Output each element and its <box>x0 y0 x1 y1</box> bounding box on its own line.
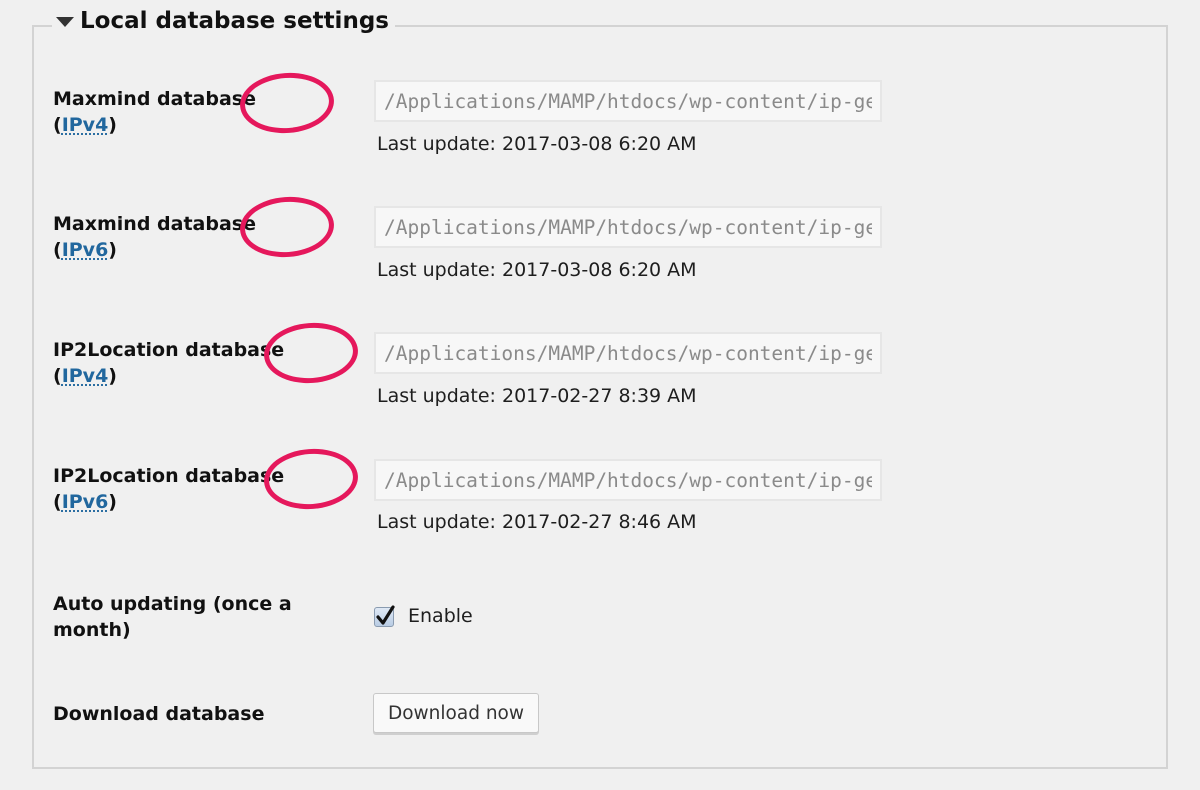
ipv4-link[interactable]: IPv4 <box>62 114 109 136</box>
enable-auto-update-checkbox[interactable] <box>374 605 395 627</box>
label-suffix: ) <box>108 365 117 387</box>
ipv4-link[interactable]: IPv4 <box>62 365 109 387</box>
label-suffix: ) <box>108 491 117 513</box>
download-now-button[interactable]: Download now <box>373 693 539 733</box>
label-suffix: ) <box>108 114 117 136</box>
ip2location-ipv6-last-update: Last update: 2017-02-27 8:46 AM <box>377 511 697 533</box>
checkmark-icon <box>376 605 395 625</box>
maxmind-ipv6-path-input[interactable] <box>374 206 882 248</box>
maxmind-ipv4-path-input[interactable] <box>374 80 882 122</box>
enable-checkbox-label[interactable]: Enable <box>408 605 473 627</box>
ip2location-ipv6-path-input[interactable] <box>374 459 882 501</box>
ipv6-link[interactable]: IPv6 <box>62 491 109 513</box>
maxmind-ipv6-last-update: Last update: 2017-03-08 6:20 AM <box>377 259 697 281</box>
auto-updating-label: Auto updating (once a month) <box>53 593 292 641</box>
maxmind-ipv4-last-update: Last update: 2017-03-08 6:20 AM <box>377 133 697 155</box>
download-database-label: Download database <box>53 703 265 725</box>
label-suffix: ) <box>108 239 117 261</box>
ipv6-link[interactable]: IPv6 <box>62 239 109 261</box>
section-title: Local database settings <box>80 8 389 34</box>
ip2location-ipv4-path-input[interactable] <box>374 332 882 374</box>
triangle-down-icon[interactable] <box>56 17 74 27</box>
section-legend[interactable]: Local database settings <box>52 8 395 34</box>
ip2location-ipv4-last-update: Last update: 2017-02-27 8:39 AM <box>377 385 697 407</box>
